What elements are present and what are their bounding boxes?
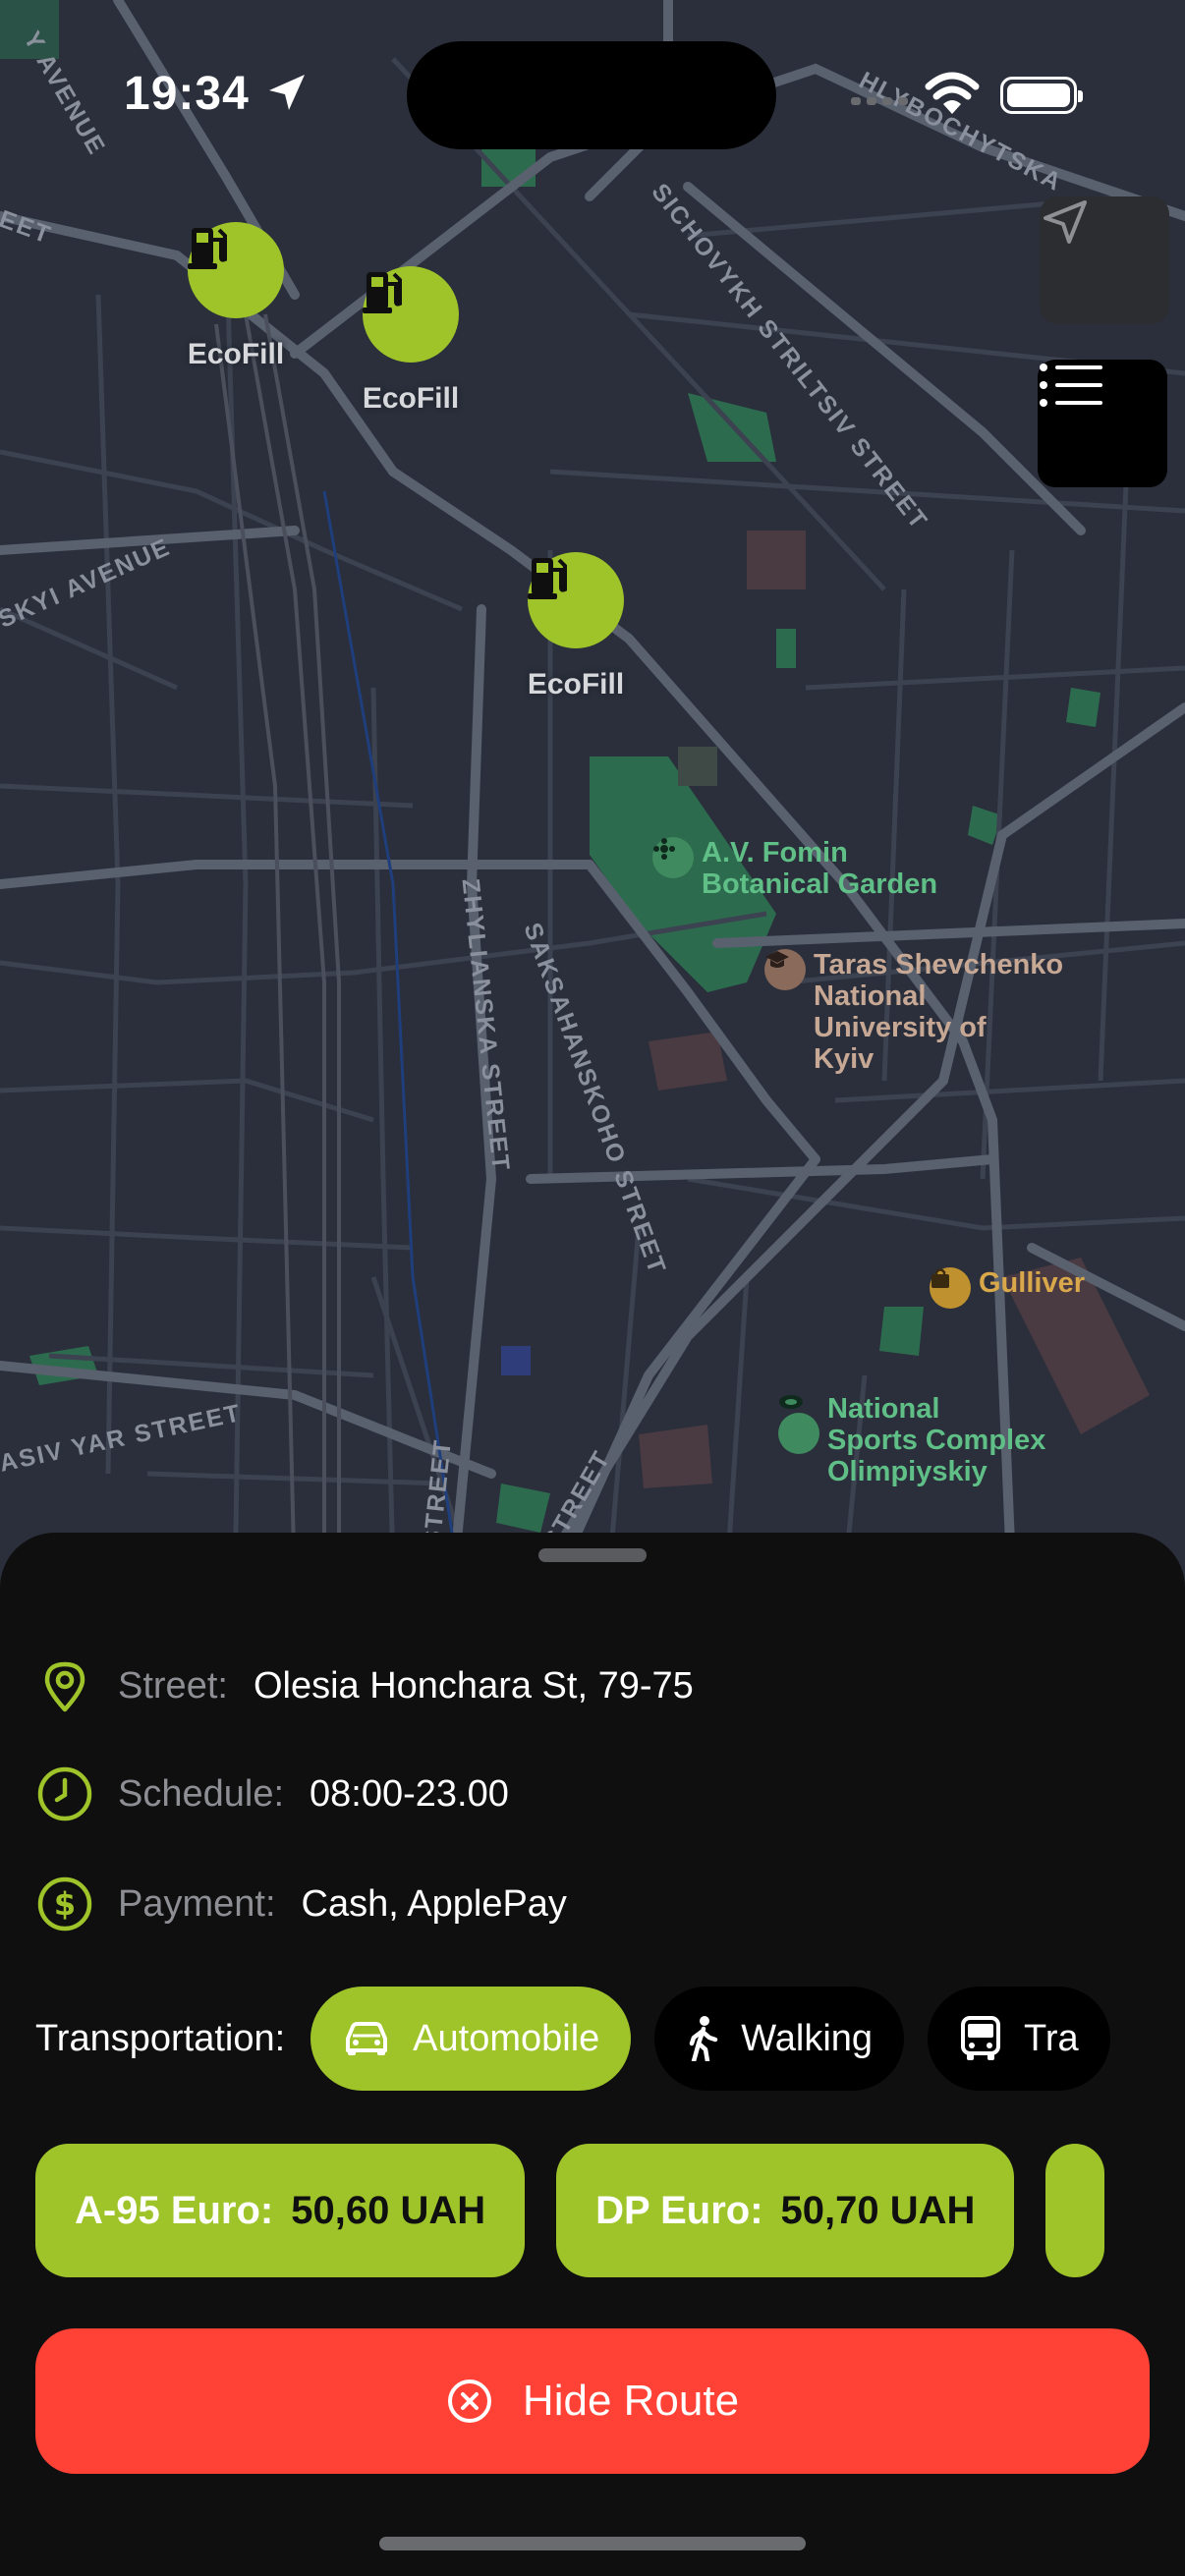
poi-botanical-garden[interactable]: A.V. Fomin Botanical Garden — [652, 837, 937, 900]
fuel-price-card[interactable]: DP Euro: 50,70 UAH — [556, 2144, 1015, 2277]
street-row: Street: Olesia Honchara St, 79-75 — [35, 1656, 694, 1715]
schedule-row: Schedule: 08:00-23.00 — [35, 1764, 509, 1823]
fuel-price-list[interactable]: A-95 Euro: 50,60 UAH DP Euro: 50,70 UAH — [35, 2144, 1150, 2279]
home-indicator[interactable] — [379, 2537, 806, 2550]
wifi-icon — [925, 72, 980, 114]
fuel-station-pin[interactable] — [528, 552, 624, 648]
dynamic-island — [407, 41, 776, 149]
poi-label: National Sports Complex Olimpiyskiy — [827, 1393, 1046, 1487]
map-pin-icon — [44, 1661, 85, 1712]
pin-label: EcoFill — [187, 338, 285, 370]
locate-me-button[interactable] — [1040, 196, 1169, 324]
shopping-bag-icon — [930, 1267, 971, 1309]
poi-label: Gulliver — [979, 1267, 1085, 1299]
payment-value: Cash, ApplePay — [301, 1882, 567, 1925]
fuel-pump-icon — [188, 228, 227, 269]
stadium-icon — [778, 1395, 819, 1454]
transport-option-label: Automobile — [413, 2017, 600, 2059]
hide-route-button[interactable]: Hide Route — [35, 2328, 1150, 2474]
pin-label: EcoFill — [362, 382, 460, 415]
pin-label: EcoFill — [527, 668, 625, 700]
street-value: Olesia Honchara St, 79-75 — [253, 1664, 694, 1707]
payment-row: $ Payment: Cash, ApplePay — [35, 1875, 567, 1933]
location-services-icon — [269, 75, 305, 110]
fuel-price-card[interactable]: A-95 Euro: 50,60 UAH — [35, 2144, 526, 2277]
location-arrow-icon — [1044, 200, 1087, 244]
poi-label: Taras Shevchenko National University of … — [814, 949, 1064, 1075]
schedule-value: 08:00-23.00 — [310, 1772, 509, 1815]
clock-icon — [37, 1766, 92, 1821]
bus-icon — [959, 2016, 1002, 2061]
fuel-price: 50,70 UAH — [780, 2188, 976, 2232]
dollar-icon: $ — [37, 1876, 92, 1932]
fuel-price: 50,60 UAH — [291, 2188, 486, 2232]
status-time: 19:34 — [124, 68, 250, 120]
poi-gulliver[interactable]: Gulliver — [930, 1267, 1085, 1309]
graduation-cap-icon — [764, 949, 806, 990]
walking-icon — [686, 2016, 719, 2061]
poi-university[interactable]: Taras Shevchenko National University of … — [764, 949, 1063, 1075]
close-circle-icon — [446, 2378, 493, 2425]
flower-icon — [652, 837, 694, 878]
cellular-signal-icon — [851, 97, 908, 105]
transport-transit-button[interactable]: Tra — [928, 1987, 1110, 2091]
poi-sports-complex[interactable]: National Sports Complex Olimpiyskiy — [778, 1393, 1045, 1487]
fuel-station-pin[interactable] — [188, 222, 284, 318]
transportation-label: Transportation: — [35, 2017, 286, 2059]
fuel-name: DP Euro: — [595, 2188, 763, 2232]
street-label: Street: — [118, 1664, 228, 1707]
car-icon — [342, 2019, 391, 2058]
battery-icon — [1000, 77, 1083, 114]
list-icon — [1040, 364, 1102, 407]
transport-automobile-button[interactable]: Automobile — [310, 1987, 632, 2091]
transport-option-label: Tra — [1024, 2017, 1079, 2059]
schedule-label: Schedule: — [118, 1772, 285, 1815]
svg-text:$: $ — [54, 1885, 76, 1923]
fuel-pump-icon — [528, 558, 567, 599]
transportation-selector: Transportation: Automobile Walking Tra — [35, 1987, 1134, 2091]
hide-route-label: Hide Route — [522, 2377, 740, 2425]
status-bar: 19:34 — [0, 0, 1185, 187]
fuel-name: A-95 Euro: — [75, 2188, 274, 2232]
fuel-price-card-partial[interactable] — [1045, 2144, 1105, 2277]
fuel-station-pin[interactable] — [363, 266, 459, 363]
poi-label: A.V. Fomin Botanical Garden — [702, 837, 938, 900]
fuel-pump-icon — [363, 272, 402, 313]
transport-walking-button[interactable]: Walking — [654, 1987, 905, 2091]
map-view[interactable]: HLYBOCHYTSKA SICHOVYKH STRILTSIV STREET … — [0, 0, 1185, 1592]
map-roads — [0, 0, 1185, 1592]
list-view-button[interactable] — [1038, 360, 1167, 487]
transport-option-label: Walking — [741, 2017, 874, 2059]
sheet-grabber[interactable] — [538, 1548, 647, 1562]
payment-label: Payment: — [118, 1882, 276, 1925]
